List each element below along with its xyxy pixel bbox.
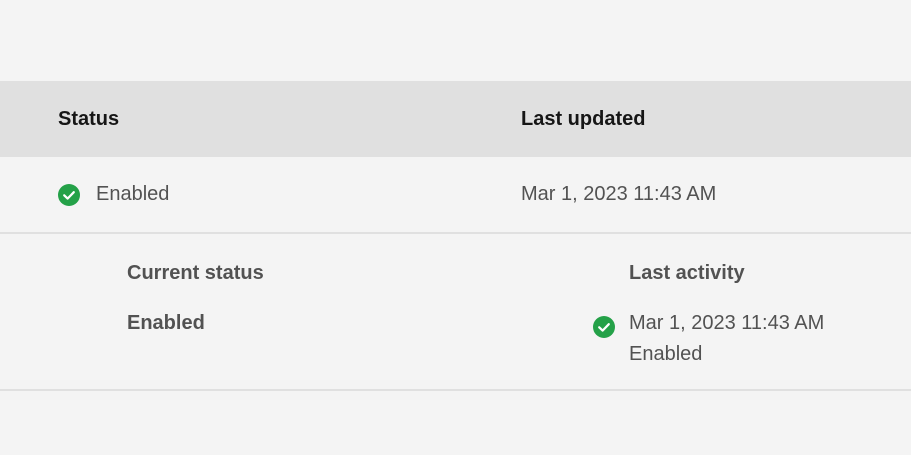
column-header-status[interactable]: Status: [58, 81, 119, 157]
last-activity-label: Last activity: [629, 262, 745, 284]
table-header: Status Last updated: [0, 81, 911, 157]
expanded-row-details: Current status Enabled Last activity Mar…: [0, 234, 911, 389]
current-status-value: Enabled: [127, 312, 205, 334]
status-cell: Enabled: [58, 157, 169, 232]
last-activity-time: Mar 1, 2023 11:43 AM: [629, 312, 825, 334]
last-updated-value: Mar 1, 2023 11:43 AM: [521, 183, 717, 205]
column-header-last-updated[interactable]: Last updated: [521, 81, 645, 157]
checkmark-filled-icon: [593, 316, 615, 338]
status-value: Enabled: [96, 183, 170, 205]
current-status-label: Current status: [127, 262, 264, 284]
row-divider: [0, 389, 911, 391]
checkmark-filled-icon: [58, 183, 80, 206]
last-activity-status: Enabled: [629, 343, 703, 365]
page: Status Last updated Enabled Mar 1, 2023 …: [0, 0, 911, 455]
table-row[interactable]: Enabled Mar 1, 2023 11:43 AM: [0, 157, 911, 232]
